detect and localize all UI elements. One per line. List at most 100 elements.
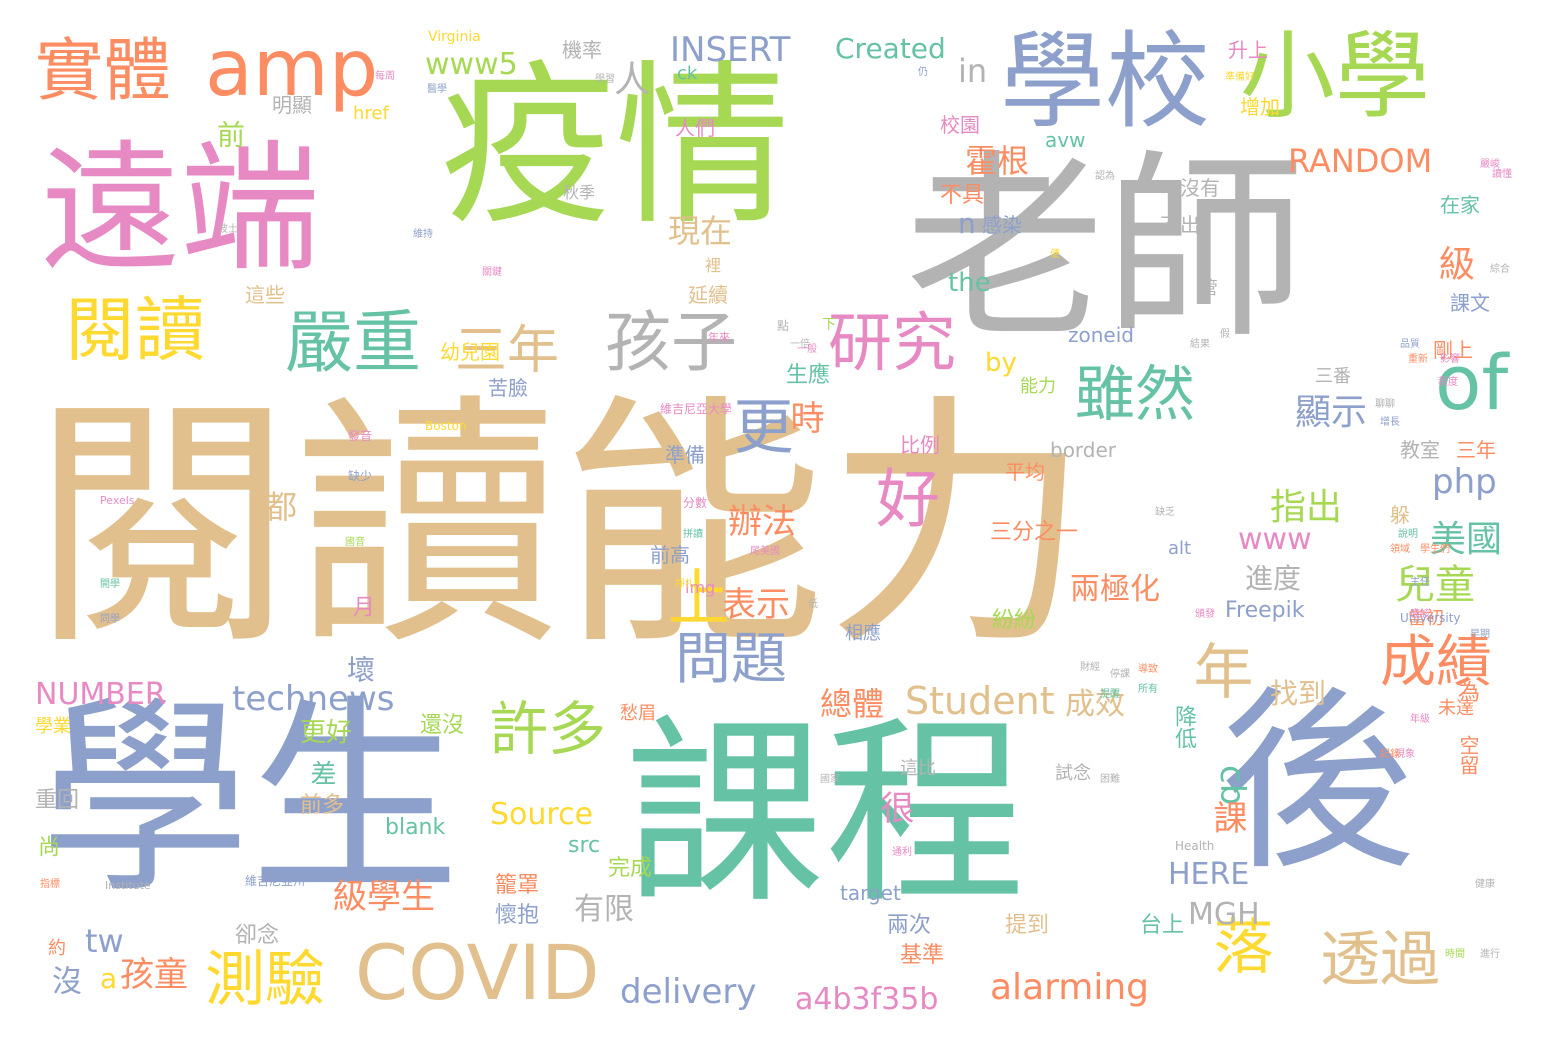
word: 升上: [1228, 38, 1268, 62]
word: 掙扎: [675, 579, 695, 590]
word: 問題: [675, 627, 787, 692]
word: 苦臉: [488, 376, 528, 400]
word: 嚴峻: [1480, 159, 1500, 170]
word: NUMBER: [35, 677, 166, 712]
word: 困難: [1100, 774, 1120, 785]
word: 壞: [343, 655, 376, 683]
word: 拼讀: [683, 529, 703, 540]
word: Source: [490, 797, 594, 832]
word-cloud: 閱讀能力 疫情 老師 學生 課程後遠端 學校 小學 amp 實體 閱讀 嚴重 孩子 研究 of 三年好更上雖…: [0, 0, 1548, 1052]
word: 比例: [900, 433, 940, 457]
word: 機率: [562, 38, 602, 62]
word: 學校: [1000, 21, 1211, 143]
word: 測驗: [205, 945, 325, 1015]
word: 實體: [35, 32, 172, 111]
word: Boston: [425, 419, 467, 433]
word: Institute: [105, 879, 151, 892]
word: 學業: [35, 716, 71, 737]
word: 台上: [1140, 913, 1185, 938]
word: 都: [260, 490, 298, 522]
word: 低: [808, 599, 818, 610]
word: 缺少: [348, 469, 373, 483]
word: 不出: [1160, 213, 1200, 237]
word: 愁眉: [620, 703, 656, 724]
word: 財經: [1080, 662, 1100, 673]
word: 增加: [1240, 95, 1280, 119]
word: 不具: [940, 183, 985, 208]
word: ck: [677, 63, 698, 84]
word: 尚: [34, 835, 59, 857]
word: avw: [1045, 128, 1086, 152]
word: 指出: [1270, 487, 1343, 528]
word: 現在: [668, 212, 733, 250]
word: COVID: [355, 928, 600, 1017]
word: 停課: [1110, 669, 1130, 680]
word: 很: [874, 790, 914, 824]
word: 分數: [683, 496, 708, 510]
word: by: [985, 348, 1017, 378]
word: 所有: [1138, 684, 1158, 695]
word: 前: [213, 120, 246, 148]
word: 平均: [1005, 460, 1045, 484]
word: the: [948, 268, 991, 298]
word: 降低: [1171, 705, 1196, 749]
word: 沒: [46, 965, 81, 995]
word: Created: [835, 32, 946, 65]
word: 年來: [708, 331, 730, 344]
word: 空留: [1456, 735, 1480, 775]
word: 顯示: [1295, 392, 1368, 433]
word: php: [1432, 462, 1497, 502]
word: Virginia: [428, 29, 481, 45]
word: 課: [1207, 800, 1247, 834]
word: 前多: [300, 793, 345, 818]
word: n: [958, 207, 976, 240]
word: www: [1238, 522, 1312, 557]
word: 相應: [845, 623, 881, 644]
word: 總體: [820, 685, 885, 723]
word: 三分之一: [990, 520, 1079, 545]
word: 雖然: [1075, 360, 1195, 430]
word: 每周: [375, 71, 395, 82]
word: 提到: [1005, 913, 1050, 938]
word: HERE: [1168, 857, 1250, 892]
word: 卻念: [235, 923, 280, 948]
word: 波士: [218, 224, 238, 235]
word: blank: [385, 815, 446, 840]
word: target: [840, 881, 901, 905]
word: 這些: [245, 283, 285, 307]
word: 差: [306, 760, 336, 786]
word: 籠罩: [495, 873, 540, 898]
word: 時: [784, 400, 824, 434]
word: 課文: [1450, 291, 1490, 315]
word: 下: [822, 317, 836, 333]
word: 年級: [1410, 714, 1430, 725]
word: 辦法: [728, 502, 796, 542]
word: 維吉尼亞州: [245, 874, 306, 888]
word: 提醒: [1100, 689, 1120, 700]
word: Pexels: [100, 494, 135, 507]
word: MGH: [1188, 897, 1260, 932]
word: 管: [1200, 278, 1218, 299]
word: 閱讀: [65, 289, 205, 371]
word: 還沒: [420, 713, 465, 738]
word: 說明: [1398, 529, 1418, 540]
word: 頒發: [1195, 609, 1215, 620]
word: 增長: [1380, 417, 1400, 428]
word: border: [1050, 438, 1117, 462]
word: 早期: [1470, 629, 1490, 640]
word: 通利: [892, 847, 912, 858]
word: 許多: [490, 695, 607, 763]
word: 好: [865, 465, 939, 529]
word: 試念: [1055, 763, 1091, 784]
word: 缺乏: [1155, 507, 1175, 518]
word: 領域: [1390, 544, 1410, 555]
word: 幼兒園: [440, 340, 500, 364]
word: 兩次: [887, 913, 932, 938]
word: 找到: [1270, 677, 1327, 710]
word: 懷抱: [495, 903, 540, 928]
word: 國音: [345, 537, 365, 548]
word: 未達: [1438, 698, 1474, 719]
word: 躲: [1390, 503, 1410, 527]
word: 三番: [1315, 366, 1351, 387]
word: 遠端: [40, 128, 321, 291]
